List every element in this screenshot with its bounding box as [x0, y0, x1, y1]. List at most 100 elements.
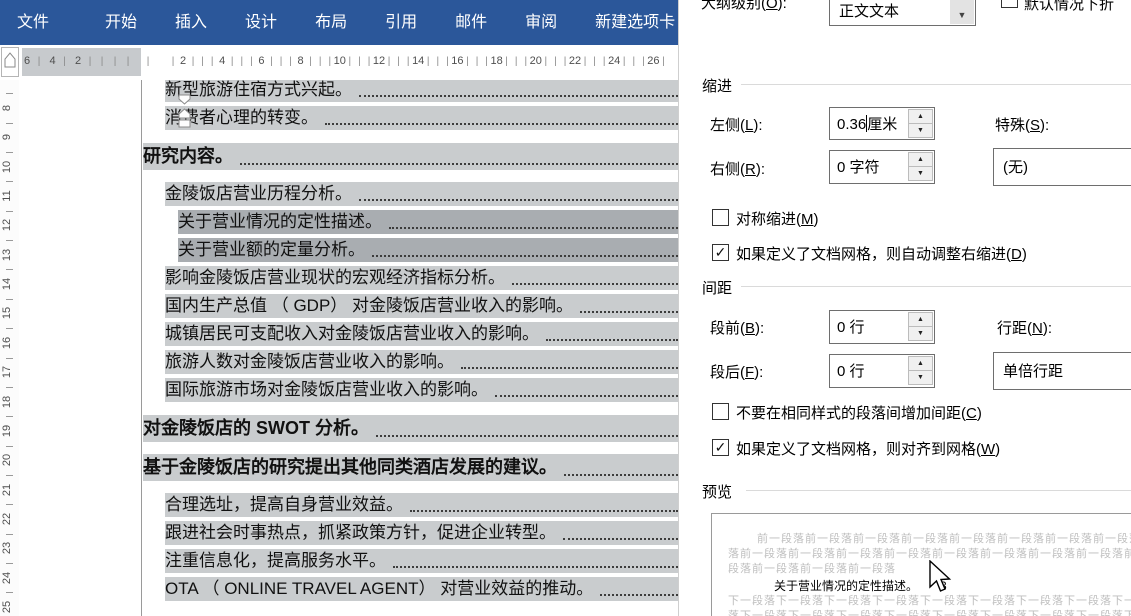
- collapsed-by-default-checkbox[interactable]: [1001, 0, 1018, 8]
- toc-entry-text: 城镇居民可支配收入对金陵饭店营业收入的影响。: [165, 322, 539, 346]
- toc-entry[interactable]: 基于金陵饭店的研究提出其他同类酒店发展的建议。: [143, 454, 678, 481]
- ruler-number: 14: [1, 276, 15, 292]
- toc-entry[interactable]: 金陵饭店营业历程分析。: [165, 182, 678, 206]
- indent-left-spinner[interactable]: ▲ ▼: [908, 109, 933, 138]
- ruler-number: 6: [24, 55, 30, 67]
- dot-leader: [563, 538, 678, 540]
- toc-entry[interactable]: 国际旅游市场对金陵饭店营业收入的影响。: [165, 378, 678, 402]
- ribbon-tab-5[interactable]: 布局: [296, 0, 366, 45]
- tab-stop-selector[interactable]: [1, 47, 19, 82]
- toc-entry[interactable]: 城镇居民可支配收入对金陵饭店营业收入的影响。: [165, 322, 678, 346]
- toc-entry[interactable]: 新型旅游住宿方式兴起。: [165, 80, 678, 102]
- toc-entry[interactable]: 跟进社会时事热点，抓紧政策方针，促进企业转型。: [165, 521, 678, 545]
- toc-entry[interactable]: 旅游人数对金陵饭店营业收入的影响。: [165, 350, 678, 374]
- indent-group-line: [741, 84, 1131, 85]
- spin-down-icon[interactable]: ▼: [908, 327, 933, 341]
- toc-entry[interactable]: 注重信息化，提高服务水平。: [165, 549, 678, 573]
- toc-entry-text: 旅游人数对金陵饭店营业收入的影响。: [165, 350, 454, 374]
- indent-right-input[interactable]: 0 字符 ▲ ▼: [829, 150, 935, 184]
- ribbon-tab-2[interactable]: 开始: [86, 0, 156, 45]
- toc-entry[interactable]: 关于营业情况的定性描述。: [178, 210, 678, 234]
- spin-down-icon[interactable]: ▼: [908, 124, 933, 138]
- toc-entry-text: 国内生产总值 （ GDP） 对金陵饭店营业收入的影响。: [165, 294, 573, 318]
- mirror-indents-checkbox[interactable]: [712, 209, 729, 226]
- spin-up-icon[interactable]: ▲: [908, 312, 933, 327]
- ruler-tick: |: [662, 56, 665, 67]
- ruler-tick: |: [114, 56, 117, 67]
- line-spacing-dropdown[interactable]: 单倍行距: [993, 352, 1131, 390]
- ruler-text-segment: ||2|||4|||6|||8|||10|||12|||14|||16|||18…: [141, 48, 678, 76]
- toc-entry[interactable]: 研究内容。: [143, 143, 678, 170]
- space-after-spinner[interactable]: ▲ ▼: [908, 356, 933, 385]
- ruler-number: 16: [451, 55, 463, 67]
- toc-entry[interactable]: 影响金陵饭店营业现状的宏观经济指标分析。: [165, 266, 678, 290]
- ruler-number: 23: [1, 540, 15, 556]
- preview-current-text: 关于营业情况的定性描述。: [774, 579, 918, 593]
- space-before-input[interactable]: 0 行 ▲ ▼: [829, 310, 935, 344]
- ruler-tick: |: [554, 56, 557, 67]
- preview-before-line: 段落前一段落前一段落前一段落: [728, 560, 896, 576]
- ruler-tick: |: [642, 56, 645, 67]
- ruler-tick: |: [388, 56, 391, 67]
- auto-adjust-right-indent-label: 如果定义了文档网格，则自动调整右缩进(D): [736, 243, 1027, 264]
- ruler-number: 22: [1, 511, 15, 527]
- no-space-same-style-checkbox[interactable]: [712, 403, 729, 420]
- ribbon-tab-8[interactable]: 审阅: [506, 0, 576, 45]
- ruler-tick: |: [603, 56, 606, 67]
- ruler-number: 25: [1, 599, 15, 615]
- space-before-spinner[interactable]: ▲ ▼: [908, 312, 933, 341]
- spin-up-icon[interactable]: ▲: [908, 109, 933, 124]
- ruler-number: 20: [530, 55, 542, 67]
- ribbon-tab-6[interactable]: 引用: [366, 0, 436, 45]
- outline-level-dropdown[interactable]: 正文文本 ▼: [829, 0, 976, 26]
- vertical-ruler: 8910111213141516171819202122232425: [0, 80, 19, 616]
- indent-special-dropdown[interactable]: (无): [993, 148, 1131, 186]
- toc-entry[interactable]: 消费者心理的转变。: [165, 106, 678, 130]
- toc-entry-text: 基于金陵饭店的研究提出其他同类酒店发展的建议。: [143, 454, 557, 481]
- toc-entry[interactable]: OTA （ ONLINE TRAVEL AGENT） 对营业效益的推动。: [165, 577, 678, 601]
- document-page[interactable]: 新型旅游住宿方式兴起。消费者心理的转变。研究内容。金陵饭店营业历程分析。关于营业…: [19, 80, 678, 616]
- toc-entry[interactable]: 关于营业额的定量分析。: [178, 238, 678, 262]
- spin-down-icon[interactable]: ▼: [908, 371, 933, 385]
- ribbon-tab-3[interactable]: 插入: [156, 0, 226, 45]
- toc-entry[interactable]: 合理选址，提高自身营业效益。: [165, 493, 678, 517]
- ruler-tick: |: [436, 56, 439, 67]
- ribbon-tab-7[interactable]: 邮件: [436, 0, 506, 45]
- ruler-tick: |: [328, 56, 331, 67]
- ribbon-tab-4[interactable]: 设计: [226, 0, 296, 45]
- space-after-input[interactable]: 0 行 ▲ ▼: [829, 354, 935, 388]
- ruler-number: 22: [569, 55, 581, 67]
- toc-entry[interactable]: 国内生产总值 （ GDP） 对金陵饭店营业收入的影响。: [165, 294, 678, 318]
- ribbon-tab-1[interactable]: 文件: [0, 0, 66, 45]
- ruler-tick: |: [358, 56, 361, 67]
- indent-left-input[interactable]: 0.36厘米 ▲ ▼: [829, 107, 935, 140]
- ruler-number: 16: [1, 335, 15, 351]
- toc-entry[interactable]: 对金陵饭店的 SWOT 分析。: [143, 415, 678, 442]
- preview-group-title: 预览: [702, 481, 732, 502]
- ruler-tick: |: [397, 56, 400, 67]
- auto-adjust-right-indent-checkbox[interactable]: ✓: [712, 244, 729, 261]
- ruler-tick: |: [240, 56, 243, 67]
- ruler-number: 19: [1, 423, 15, 439]
- indent-special-label: 特殊(S):: [995, 114, 1049, 135]
- ruler-tick: |: [632, 56, 635, 67]
- hanging-indent-marker[interactable]: [178, 108, 191, 134]
- ruler-tick: |: [446, 56, 449, 67]
- ruler-tick: [6, 123, 13, 124]
- ruler-tick: |: [63, 56, 66, 67]
- ruler-tick: |: [211, 56, 214, 67]
- spin-up-icon[interactable]: ▲: [908, 356, 933, 371]
- snap-to-grid-checkbox[interactable]: ✓: [712, 439, 729, 456]
- space-before-value: 0 行: [837, 316, 865, 337]
- spin-down-icon[interactable]: ▼: [908, 167, 933, 181]
- ruler-tick: |: [348, 56, 351, 67]
- spin-up-icon[interactable]: ▲: [908, 152, 933, 167]
- dropdown-arrow-icon[interactable]: ▼: [950, 0, 974, 24]
- ruler-tick: [6, 446, 13, 447]
- toc-list: 新型旅游住宿方式兴起。消费者心理的转变。研究内容。金陵饭店营业历程分析。关于营业…: [143, 80, 678, 605]
- toc-entry-text: 合理选址，提高自身营业效益。: [165, 493, 403, 517]
- indent-right-spinner[interactable]: ▲ ▼: [908, 152, 933, 181]
- indent-right-label: 右侧(R):: [710, 158, 765, 179]
- ribbon-tab-9[interactable]: 新建选项卡: [576, 0, 694, 45]
- dot-leader: [240, 163, 678, 165]
